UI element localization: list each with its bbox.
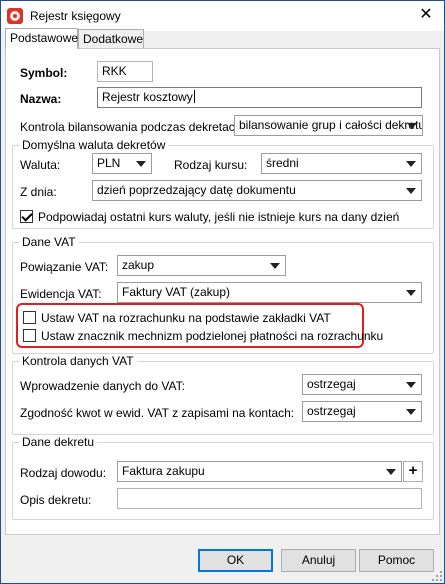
rodzaj-kursu-label: Rodzaj kursu:	[174, 158, 248, 172]
tab-panel: Symbol: RKK Nazwa: Rejestr kosztowy Kont…	[5, 48, 440, 535]
wprowadzenie-value: ostrzegaj	[307, 377, 356, 391]
chevron-down-icon	[406, 161, 416, 167]
dialog-window: Rejestr księgowy ✕ Podstawowe Dodatkowe …	[0, 0, 445, 584]
ustaw-vat-checkbox[interactable]	[23, 311, 36, 324]
help-button[interactable]: Pomoc	[359, 549, 434, 572]
rodzaj-kursu-select[interactable]: średni	[261, 153, 422, 174]
powiazanie-vat-value: zakup	[122, 258, 155, 272]
podpowiadaj-checkbox[interactable]	[20, 210, 33, 223]
rodzaj-dowodu-label: Rodzaj dowodu:	[20, 466, 107, 480]
symbol-field[interactable]: RKK	[97, 61, 153, 82]
powiazanie-vat-label: Powiązanie VAT:	[20, 260, 109, 274]
app-icon	[7, 8, 23, 24]
ustaw-znacznik-label: Ustaw znacznik mechnizm podzielonej płat…	[41, 329, 384, 343]
ustaw-vat-label: Ustaw VAT na rozrachunku na podstawie za…	[41, 311, 331, 325]
title-bar: Rejestr księgowy ✕	[1, 1, 444, 31]
resize-grip-icon[interactable]	[432, 571, 442, 581]
kontrola-bilansowania-label: Kontrola bilansowania podczas dekretacji…	[20, 120, 244, 134]
ustaw-vat-checkbox-row[interactable]: Ustaw VAT na rozrachunku na podstawie za…	[23, 311, 331, 325]
waluta-value: PLN	[97, 156, 121, 170]
ewidencja-vat-select[interactable]: Faktury VAT (zakup)	[117, 282, 422, 303]
z-dnia-value: dzień poprzedzający datę dokumentu	[97, 183, 296, 197]
text-caret	[193, 90, 195, 103]
opis-dekretu-field[interactable]	[117, 488, 422, 509]
waluta-label: Waluta:	[20, 158, 61, 172]
chevron-down-icon	[406, 188, 416, 194]
ewidencja-vat-label: Ewidencja VAT:	[20, 287, 102, 301]
kontrola-bilansowania-select[interactable]: bilansowanie grup i całości dekretu	[234, 115, 423, 136]
z-dnia-select[interactable]: dzień poprzedzający datę dokumentu	[92, 180, 422, 201]
tab-podstawowe[interactable]: Podstawowe	[5, 28, 78, 49]
nazwa-field[interactable]: Rejestr kosztowy	[97, 87, 422, 108]
kontrola-vat-group: Kontrola danych VAT	[12, 354, 434, 435]
rodzaj-dowodu-value: Faktura zakupu	[122, 464, 205, 478]
chevron-down-icon	[270, 263, 280, 269]
vat-group-title: Dane VAT	[19, 235, 79, 249]
chevron-down-icon	[136, 161, 146, 167]
powiazanie-vat-select[interactable]: zakup	[117, 255, 286, 276]
z-dnia-label: Z dnia:	[20, 185, 57, 199]
close-icon[interactable]: ✕	[416, 5, 436, 25]
tab-dodatkowe[interactable]: Dodatkowe	[78, 29, 144, 49]
ustaw-znacznik-checkbox[interactable]	[23, 329, 36, 342]
dekret-group-title: Dane dekretu	[19, 435, 98, 449]
ok-button[interactable]: OK	[198, 549, 273, 572]
zgodnosc-select[interactable]: ostrzegaj	[302, 401, 422, 422]
wprowadzenie-select[interactable]: ostrzegaj	[302, 374, 422, 395]
kontrola-bilansowania-value: bilansowanie grup i całości dekretu	[239, 118, 423, 132]
rodzaj-kursu-value: średni	[266, 156, 299, 170]
chevron-down-icon	[407, 123, 417, 129]
nazwa-label: Nazwa:	[20, 92, 62, 106]
ustaw-znacznik-checkbox-row[interactable]: Ustaw znacznik mechnizm podzielonej płat…	[23, 329, 383, 343]
chevron-down-icon	[386, 469, 396, 475]
nazwa-value: Rejestr kosztowy	[102, 90, 193, 104]
podpowiadaj-checkbox-row[interactable]: Podpowiadaj ostatni kurs waluty, jeśli n…	[20, 210, 399, 224]
opis-dekretu-label: Opis dekretu:	[20, 493, 92, 507]
zgodnosc-value: ostrzegaj	[307, 404, 356, 418]
symbol-label: Symbol:	[20, 66, 68, 80]
add-dowod-button[interactable]: +	[403, 461, 423, 482]
kontrola-vat-group-title: Kontrola danych VAT	[19, 354, 137, 368]
chevron-down-icon	[406, 290, 416, 296]
window-title: Rejestr księgowy	[30, 9, 121, 23]
waluta-select[interactable]: PLN	[92, 153, 152, 174]
ewidencja-vat-value: Faktury VAT (zakup)	[122, 285, 231, 299]
waluta-group-title: Domyślna waluta dekretów	[19, 138, 169, 152]
chevron-down-icon	[406, 409, 416, 415]
zgodnosc-label: Zgodność kwot w ewid. VAT z zapisami na …	[20, 406, 295, 420]
podpowiadaj-label: Podpowiadaj ostatni kurs waluty, jeśli n…	[38, 210, 400, 224]
chevron-down-icon	[406, 382, 416, 388]
wprowadzenie-label: Wprowadzenie danych do VAT:	[20, 379, 185, 393]
cancel-button[interactable]: Anuluj	[281, 549, 356, 572]
rodzaj-dowodu-select[interactable]: Faktura zakupu	[117, 461, 402, 482]
